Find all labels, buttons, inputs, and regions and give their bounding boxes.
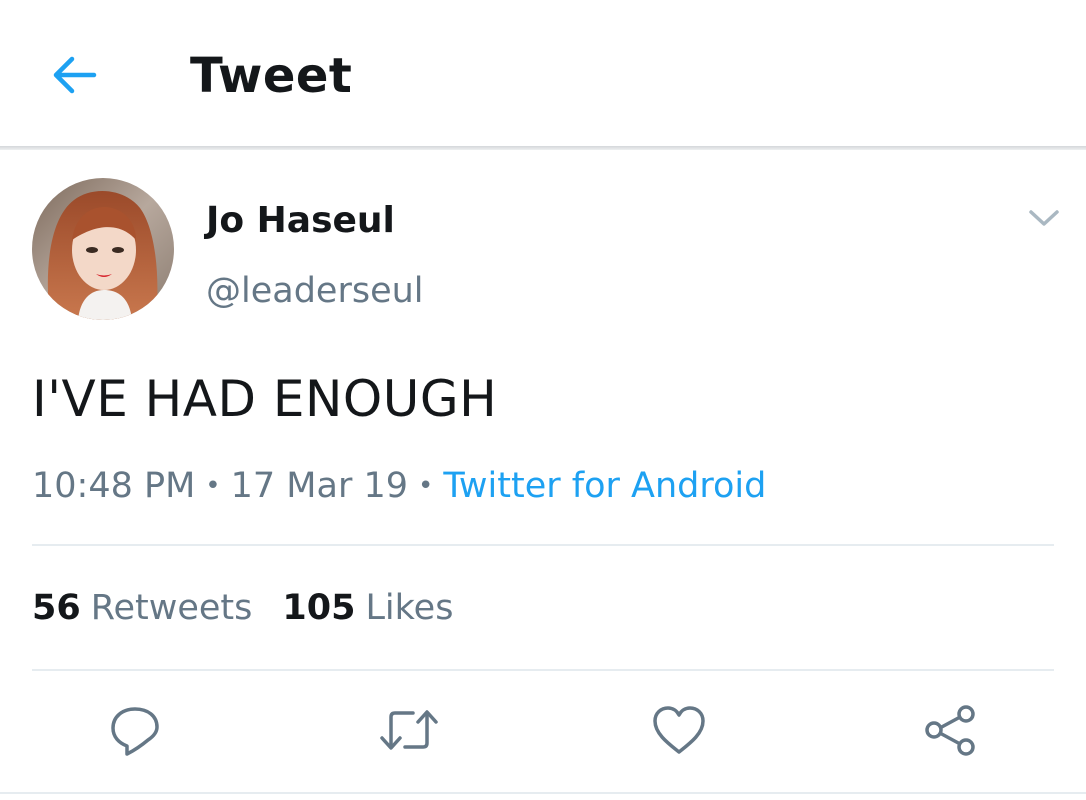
- meta-separator: •: [418, 471, 434, 501]
- page-title: Tweet: [190, 48, 353, 104]
- avatar-image: [32, 178, 174, 320]
- tweet-stats: 56 Retweets 105 Likes: [32, 582, 453, 634]
- share-icon: [925, 705, 975, 756]
- retweets-count: 56: [32, 588, 81, 628]
- arrow-left-icon: [53, 56, 97, 94]
- tweet-source-link[interactable]: Twitter for Android: [443, 466, 766, 506]
- reply-button[interactable]: [103, 698, 167, 762]
- back-button[interactable]: [44, 50, 104, 100]
- tweet-meta: 10:48 PM • 17 Mar 19 • Twitter for Android: [32, 460, 766, 515]
- likes-count: 105: [282, 588, 356, 628]
- top-bar: Tweet: [0, 0, 1086, 147]
- like-button[interactable]: [647, 698, 711, 762]
- share-button[interactable]: [918, 698, 982, 762]
- tweet-date: 17 Mar 19: [230, 466, 408, 506]
- meta-separator: •: [205, 471, 221, 501]
- header-divider: [0, 146, 1086, 150]
- avatar[interactable]: [32, 178, 174, 320]
- author-handle[interactable]: @leaderseul: [206, 266, 424, 316]
- bottom-divider: [0, 792, 1086, 794]
- reply-icon: [111, 707, 159, 756]
- chevron-down-icon: [1029, 210, 1059, 226]
- likes-label: Likes: [365, 588, 454, 628]
- tweet-time: 10:48 PM: [32, 466, 196, 506]
- divider: [32, 544, 1054, 546]
- author-name[interactable]: Jo Haseul: [206, 196, 395, 246]
- retweet-button[interactable]: [377, 698, 441, 762]
- divider: [32, 669, 1054, 671]
- heart-icon: [653, 706, 705, 754]
- tweet-detail-screen: Tweet Jo Haseul @leaderseul I'VE HAD ENO…: [0, 0, 1086, 800]
- more-options-button[interactable]: [1022, 198, 1066, 238]
- likes-stat[interactable]: 105 Likes: [282, 588, 453, 628]
- retweet-icon: [380, 710, 438, 750]
- retweets-label: Retweets: [90, 588, 253, 628]
- tweet-text: I'VE HAD ENOUGH: [32, 370, 498, 428]
- retweets-stat[interactable]: 56 Retweets: [32, 588, 252, 628]
